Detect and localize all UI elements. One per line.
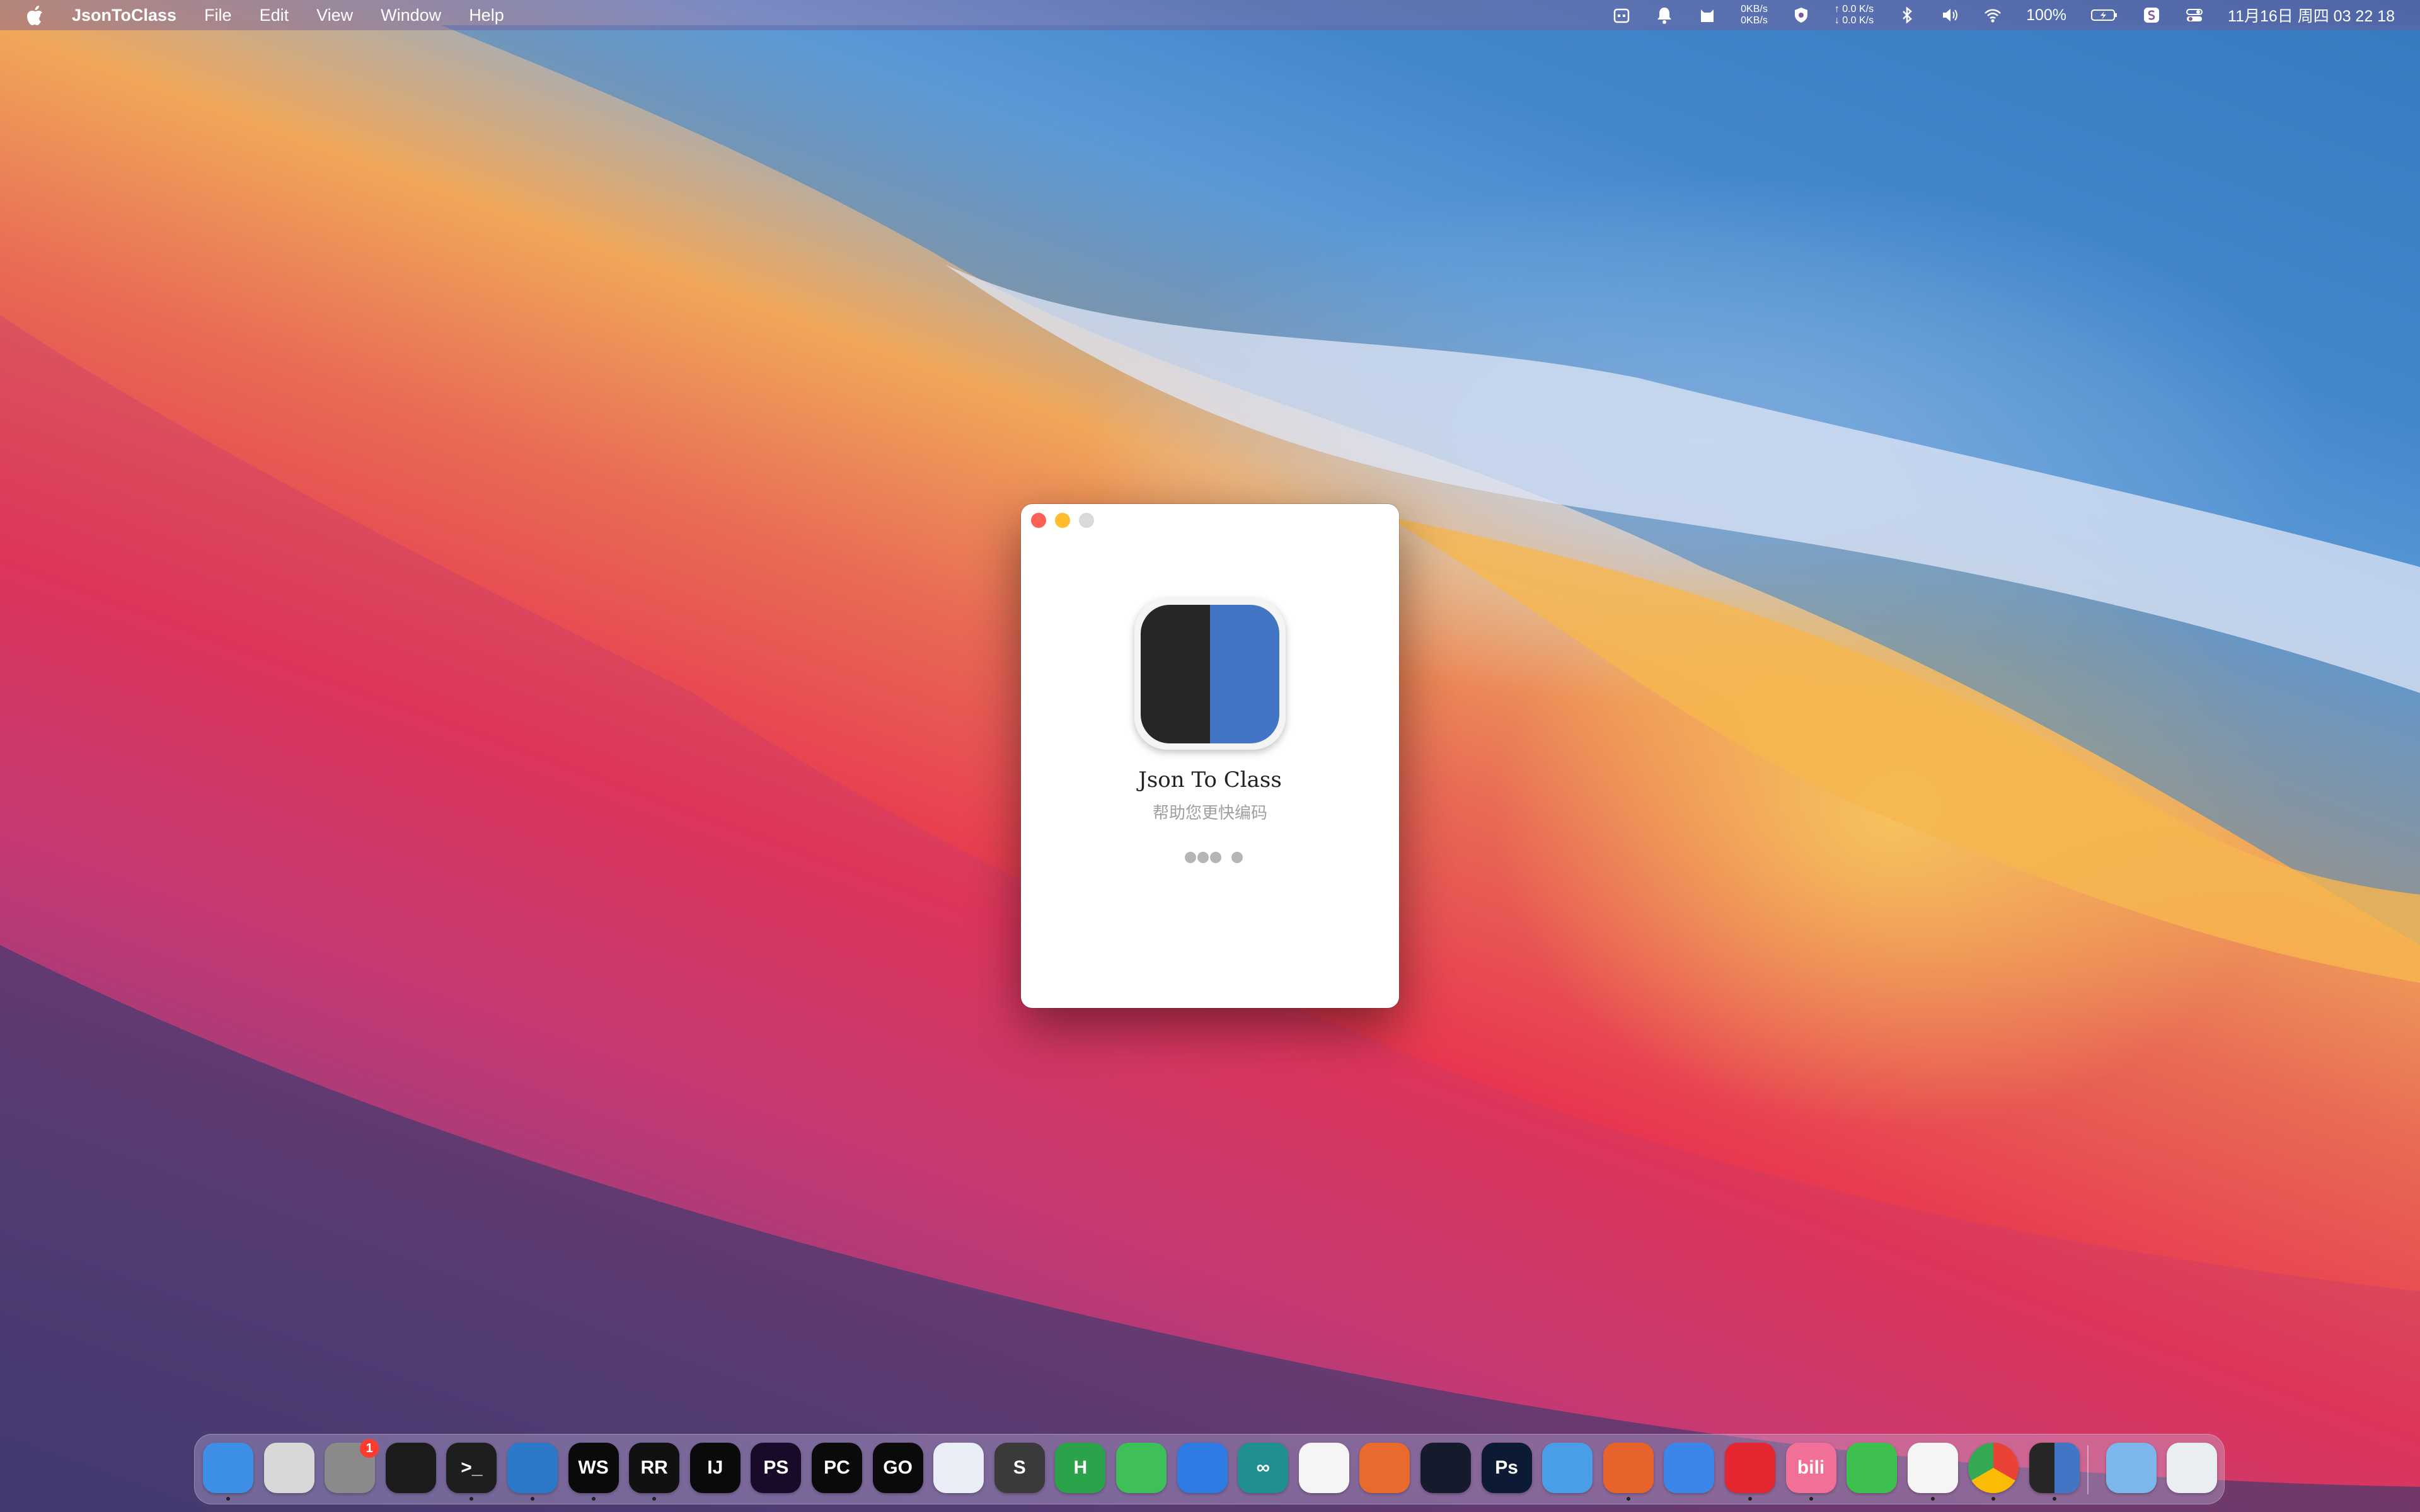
dock-chatgpt-icon[interactable]: [1420, 1443, 1471, 1493]
menu-window[interactable]: Window: [381, 6, 441, 25]
running-indicator: [531, 1497, 534, 1501]
dock-icon-glyph: ∞: [1256, 1457, 1270, 1478]
battery-charging-icon[interactable]: [2090, 6, 2118, 25]
dock: 1 >_ WS RR IJ PS PC GO S H ∞ Ps bili: [194, 1434, 2225, 1504]
menu-edit[interactable]: Edit: [260, 6, 289, 25]
dock-divider: [2087, 1445, 2089, 1494]
control-center-icon[interactable]: [2185, 6, 2204, 25]
wifi-icon[interactable]: [1983, 6, 2002, 25]
menu-file[interactable]: File: [204, 6, 232, 25]
running-indicator: [591, 1497, 596, 1501]
window-minimize-button[interactable]: [1055, 513, 1070, 528]
dock-vscode-icon[interactable]: [507, 1443, 558, 1493]
upload-download-meter[interactable]: ↑ 0.0 K/s ↓ 0.0 K/s: [1835, 4, 1874, 26]
window-close-button[interactable]: [1031, 513, 1046, 528]
dock-hbuilder-icon[interactable]: H: [1055, 1443, 1106, 1493]
dock-bilibili-icon[interactable]: bili: [1785, 1443, 1836, 1493]
network-speed-meter[interactable]: 0KB/s 0KB/s: [1741, 4, 1768, 26]
dock-downloads-folder-icon[interactable]: [2106, 1443, 2157, 1493]
dock-xcode-icon[interactable]: [1177, 1443, 1228, 1493]
dock-trash-icon[interactable]: [2167, 1443, 2217, 1493]
volume-icon[interactable]: [1940, 6, 1959, 25]
running-indicator: [226, 1497, 230, 1501]
running-indicator: [652, 1497, 657, 1501]
app-s-icon[interactable]: [2142, 6, 2161, 25]
dock-eudic-icon[interactable]: [1542, 1443, 1593, 1493]
dock-terminal-icon[interactable]: >_: [446, 1443, 497, 1493]
dock-json-to-class-icon[interactable]: [2029, 1443, 2080, 1493]
qq-bell-icon[interactable]: [1655, 6, 1674, 25]
dock-icon-glyph: WS: [578, 1457, 609, 1478]
menu-help[interactable]: Help: [469, 6, 504, 25]
dock-xcode-instruments-icon[interactable]: [933, 1443, 984, 1493]
dock-icon-glyph: H: [1073, 1457, 1088, 1478]
running-indicator: [1809, 1497, 1813, 1501]
running-indicator: [470, 1497, 474, 1501]
splash-window: Json To Class 帮助您更快编码: [1021, 504, 1399, 1008]
dock-photoshop-icon[interactable]: Ps: [1481, 1443, 1532, 1493]
dock-qq-cat-icon[interactable]: [1664, 1443, 1715, 1493]
loading-indicator: [1185, 852, 1243, 863]
dock-wechat-icon[interactable]: [1847, 1443, 1898, 1493]
dock-rustrover-icon[interactable]: RR: [629, 1443, 680, 1493]
shield-icon[interactable]: [1792, 6, 1811, 25]
dock-goland-icon[interactable]: GO: [872, 1443, 923, 1493]
dock-launchpad-icon[interactable]: [263, 1443, 314, 1493]
apple-menu-icon[interactable]: [25, 4, 44, 26]
dock-intellij-icon[interactable]: IJ: [689, 1443, 740, 1493]
dock-chrome-icon[interactable]: [1968, 1443, 2019, 1493]
dock-icon-glyph: PC: [824, 1457, 850, 1478]
dock-arduino-icon[interactable]: ∞: [1238, 1443, 1289, 1493]
dock-icon-glyph: PS: [763, 1457, 789, 1478]
dock-icon-glyph: bili: [1797, 1457, 1825, 1478]
dock-pencil-icon[interactable]: [1359, 1443, 1410, 1493]
window-zoom-button[interactable]: [1079, 513, 1094, 528]
dock-netease-music-icon[interactable]: [1725, 1443, 1775, 1493]
running-indicator: [1626, 1497, 1630, 1501]
dock-icon-glyph: IJ: [707, 1457, 723, 1478]
dock-html-editor-icon[interactable]: [1603, 1443, 1654, 1493]
dock-webstorm-icon[interactable]: WS: [568, 1443, 619, 1493]
dock-icon-glyph: >_: [461, 1457, 483, 1478]
dock-qq-icon[interactable]: [1907, 1443, 1958, 1493]
bluetooth-icon[interactable]: [1898, 6, 1916, 25]
running-indicator: [1930, 1497, 1935, 1501]
running-indicator: [1748, 1497, 1752, 1501]
app-name-menu[interactable]: JsonToClass: [72, 6, 176, 25]
dock-icon-glyph: GO: [883, 1457, 913, 1478]
dock-icon-glyph: S: [1013, 1457, 1026, 1478]
app-title: Json To Class: [1138, 767, 1282, 793]
menu-bar: JsonToClass File Edit View Window Help 0…: [0, 0, 2420, 30]
cat-icon[interactable]: [1698, 6, 1717, 25]
battery-percent[interactable]: 100%: [2026, 6, 2066, 25]
dock-pycharm-icon[interactable]: PC: [812, 1443, 862, 1493]
app-logo-icon: [1134, 598, 1286, 750]
dock-icon-glyph: RR: [640, 1457, 668, 1478]
running-indicator: [2053, 1497, 2056, 1501]
dock-icon-glyph: Ps: [1495, 1457, 1518, 1478]
menu-view[interactable]: View: [316, 6, 353, 25]
app-subtitle: 帮助您更快编码: [1152, 803, 1267, 822]
dock-mindnode-icon[interactable]: [1298, 1443, 1349, 1493]
dock-phpstorm-icon[interactable]: PS: [751, 1443, 802, 1493]
dock-activity-monitor-icon[interactable]: [385, 1443, 436, 1493]
notification-badge: 1: [360, 1439, 379, 1458]
menubar-clock[interactable]: 11月16日 周四 03 22 18: [2228, 4, 2395, 26]
running-indicator: [1991, 1497, 1996, 1501]
dock-system-preferences-icon[interactable]: 1: [325, 1439, 379, 1493]
dock-sublime-text-icon[interactable]: S: [994, 1443, 1045, 1493]
dock-wechat-dev-icon[interactable]: [1116, 1443, 1167, 1493]
calendar-icon[interactable]: [1612, 6, 1631, 25]
dock-finder-icon[interactable]: [203, 1443, 253, 1493]
